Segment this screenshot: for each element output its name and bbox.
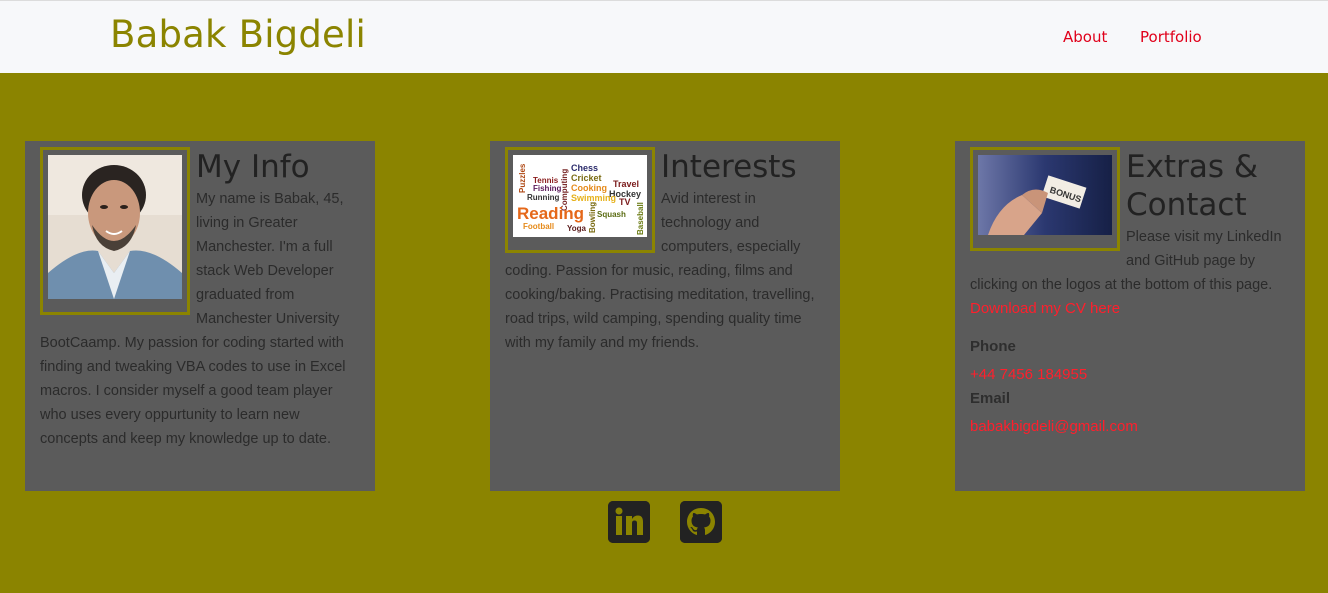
cloud-word: Cooking	[571, 183, 607, 193]
cloud-word: Puzzles	[518, 163, 527, 193]
linkedin-icon[interactable]	[608, 501, 650, 543]
brand-link[interactable]: Babak Bigdeli	[110, 13, 366, 56]
github-icon[interactable]	[680, 501, 722, 543]
interests-wordcloud: Puzzles Chess Cricket Tennis Fishing Com…	[513, 155, 647, 237]
cloud-word: Squash	[597, 210, 626, 219]
cloud-word: Running	[527, 193, 560, 202]
profile-photo	[48, 155, 182, 299]
cloud-word: Travel	[613, 179, 639, 189]
cloud-word: Bowling	[588, 202, 597, 233]
card-my-info: My Info My name is Babak, 45, living in …	[25, 141, 375, 491]
card-interests: Puzzles Chess Cricket Tennis Fishing Com…	[490, 141, 840, 491]
phone-label: Phone	[970, 338, 1016, 355]
cloud-word: Fishing	[533, 184, 562, 193]
cloud-word: Yoga	[567, 224, 587, 233]
cloud-word: Football	[523, 222, 554, 231]
bonus-card-photo: BONUS	[978, 155, 1112, 235]
phone-link[interactable]: +44 7456 184955	[970, 363, 1290, 387]
download-cv-link[interactable]: Download my CV here	[970, 297, 1290, 321]
cloud-word: Cricket	[571, 173, 602, 183]
profile-photo-frame	[40, 147, 190, 315]
bonus-image-frame: BONUS	[970, 147, 1120, 251]
email-label: Email	[970, 390, 1011, 407]
navbar: Babak Bigdeli About Portfolio	[0, 0, 1328, 73]
nav-portfolio[interactable]: Portfolio	[1140, 28, 1202, 46]
cloud-word: Chess	[571, 163, 598, 173]
nav-about[interactable]: About	[1063, 28, 1107, 46]
cloud-word: Reading	[517, 204, 584, 223]
email-link[interactable]: babakbigdeli@gmail.com	[970, 415, 1290, 439]
cloud-word: Baseball	[636, 202, 645, 235]
cloud-word: Swimming	[571, 193, 616, 203]
card-extras-contact: BONUS Extras & Contact Please visit my L…	[955, 141, 1305, 491]
interests-image-frame: Puzzles Chess Cricket Tennis Fishing Com…	[505, 147, 655, 253]
cloud-word: TV	[619, 197, 631, 207]
